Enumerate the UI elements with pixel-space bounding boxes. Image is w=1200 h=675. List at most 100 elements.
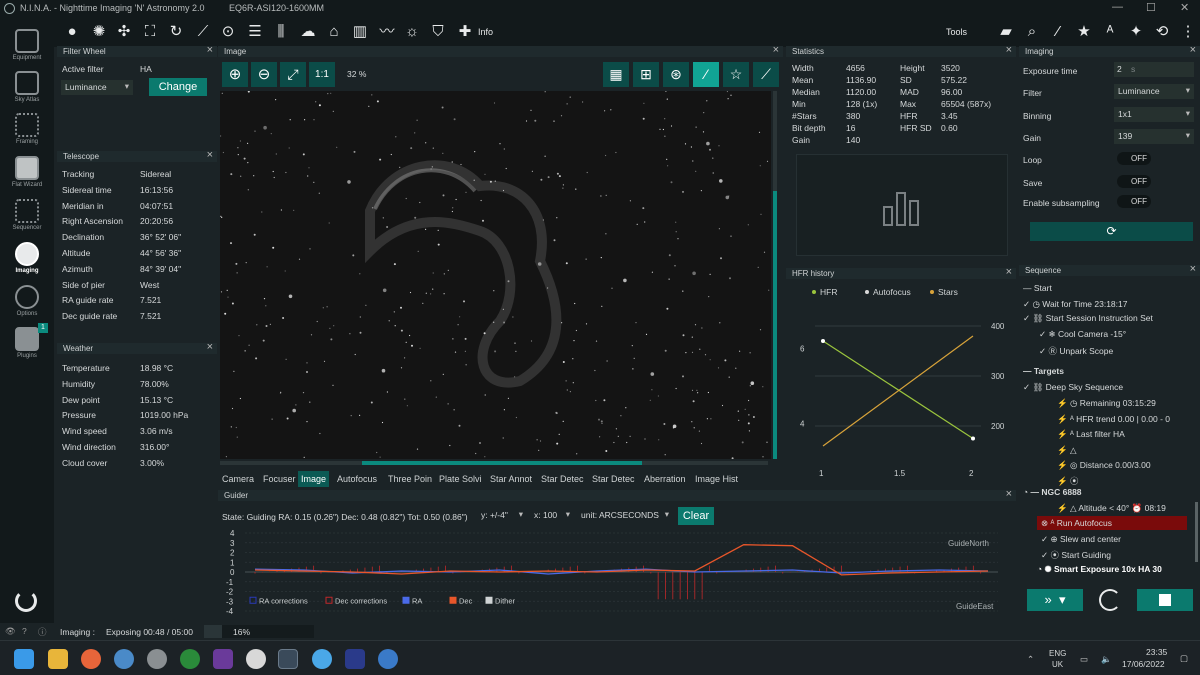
close-icon[interactable]: × [207, 150, 213, 161]
close-icon[interactable]: × [1006, 489, 1012, 500]
close-icon[interactable]: × [1006, 45, 1012, 56]
sidebar-item-equipment[interactable]: Equipment [0, 29, 54, 73]
nina-taskbar-icon[interactable] [278, 649, 298, 669]
x-scale-select[interactable]: x: 100 [530, 508, 574, 523]
imaging-filter-select[interactable]: Luminance [1114, 84, 1194, 99]
comet-icon[interactable]: ⟋ [753, 62, 779, 87]
file-explorer-icon[interactable] [48, 649, 68, 669]
run-sequence-button[interactable]: » ▾ [1027, 589, 1083, 611]
sequence-item[interactable]: ⚡ ◎ Distance 0.00/3.00 [1057, 460, 1151, 471]
weather-icon[interactable]: ☁ [298, 22, 318, 42]
tab-autofocus[interactable]: Autofocus [334, 471, 380, 487]
sidebar-item-flat-wizard[interactable]: Flat Wizard [0, 156, 54, 200]
sidebar-item-framing[interactable]: Framing [0, 113, 54, 157]
grid-menu-icon[interactable]: ⋮ [1178, 22, 1198, 42]
network-icon[interactable]: ▭ [1080, 654, 1088, 665]
switch-icon[interactable]: ☰ [245, 22, 265, 42]
sequence-item[interactable]: ✓ Ⓡ Unpark Scope [1039, 345, 1113, 357]
dome-icon[interactable]: ⌂ [324, 22, 344, 42]
clear-button[interactable]: Clear [678, 507, 714, 525]
zoom-out-icon[interactable]: ⊖ [251, 62, 277, 87]
save-toggle[interactable]: OFF [1117, 175, 1151, 188]
tray-chevron-icon[interactable]: ⌃ [1027, 654, 1034, 665]
focuser-icon[interactable]: ⛶ [140, 22, 160, 42]
filter-select[interactable]: Luminance [61, 80, 133, 95]
telescope-icon[interactable]: ⟋ [193, 22, 213, 42]
tab-star-detec[interactable]: Star Detec [538, 471, 587, 487]
close-icon[interactable]: × [1190, 45, 1196, 56]
subsampling-toggle[interactable]: OFF [1117, 195, 1151, 208]
tab-three-poin[interactable]: Three Poin [385, 471, 435, 487]
target-icon[interactable]: ⊛ [663, 62, 689, 87]
star-icon[interactable]: ★ [1074, 22, 1094, 42]
loop-toggle[interactable]: OFF [1117, 152, 1151, 165]
close-icon[interactable]: × [773, 45, 779, 56]
sequence-app-icon[interactable] [345, 649, 365, 669]
sequence-scrollbar[interactable] [1195, 502, 1198, 562]
sequence-item[interactable]: ✓ ❄ Cool Camera -15° [1039, 329, 1126, 340]
tools-label[interactable]: Tools [946, 27, 967, 37]
wand-icon[interactable]: ⁄ [1048, 22, 1068, 42]
stellarium-icon[interactable] [213, 649, 233, 669]
sequence-item[interactable]: ✓ ⛓ Deep Sky Sequence [1023, 382, 1123, 393]
history-icon[interactable]: ⟲ [1152, 22, 1172, 42]
sidebar-item-plugins[interactable]: Plugins 1 [0, 323, 54, 371]
tab-image[interactable]: Image [298, 471, 330, 487]
search-icon[interactable]: ⌕ [1022, 22, 1042, 42]
info-label[interactable]: Info [478, 27, 493, 37]
windows-start-icon[interactable] [14, 649, 34, 669]
close-icon[interactable]: × [1006, 267, 1012, 278]
guider-icon[interactable]: ⊙ [218, 22, 238, 42]
zoom-one-to-one-button[interactable]: 1:1 [309, 62, 335, 87]
firefox-icon[interactable] [81, 649, 101, 669]
image-hscrollbar[interactable] [220, 461, 768, 465]
binning-select[interactable]: 1x1 [1114, 107, 1194, 122]
exposure-time-input[interactable]: 2 s [1114, 62, 1194, 77]
close-icon[interactable]: × [1190, 264, 1196, 275]
image-vscrollbar[interactable] [773, 91, 777, 459]
tab-aberration[interactable]: Aberration [641, 471, 689, 487]
tab-plate-solvi[interactable]: Plate Solvi [436, 471, 485, 487]
notification-icon[interactable]: ▢ [1180, 653, 1188, 664]
sequence-item[interactable]: ⚡ ◷ Remaining 03:15:29 [1057, 398, 1156, 409]
ascom-icon[interactable] [312, 649, 332, 669]
region[interactable]: UK [1052, 660, 1063, 669]
polar-align-icon[interactable]: ✦ [1126, 22, 1146, 42]
power-icon[interactable] [15, 590, 37, 612]
sequence-item[interactable]: ✓ ⦿ Start Guiding [1041, 549, 1111, 561]
autofocus-icon[interactable]: ᴬ [1100, 22, 1120, 42]
tab-star-annot[interactable]: Star Annot [487, 471, 535, 487]
change-filter-button[interactable]: Change [149, 78, 207, 96]
tab-image-hist[interactable]: Image Hist [692, 471, 741, 487]
sidebar-item-sky-atlas[interactable]: Sky Atlas [0, 71, 54, 115]
sequence-item[interactable]: ✓ ⊕ Slew and center [1041, 534, 1121, 545]
close-button[interactable]: ✕ [1180, 1, 1189, 14]
minimize-button[interactable]: — [1112, 1, 1123, 13]
close-icon[interactable]: × [207, 45, 213, 56]
rotator-icon[interactable]: ↻ [166, 22, 186, 42]
info-icon[interactable]: ⓘ [38, 626, 47, 638]
eraser-icon[interactable]: ▰ [996, 22, 1016, 42]
tab-focuser[interactable]: Focuser [260, 471, 299, 487]
puzzle-icon[interactable]: ✚ [455, 22, 475, 42]
gain-select[interactable]: 139 [1114, 129, 1194, 144]
help-icon[interactable]: ? [22, 626, 27, 636]
phd2-icon[interactable] [180, 649, 200, 669]
close-icon[interactable]: × [207, 342, 213, 353]
shield-icon[interactable]: ⛉ [428, 22, 448, 42]
grid-icon[interactable]: ▦ [603, 62, 629, 87]
zoom-in-icon[interactable]: ⊕ [222, 62, 248, 87]
sliders-icon[interactable]: ⫼ [271, 22, 291, 42]
volume-icon[interactable]: 🔈 [1101, 654, 1112, 665]
sequence-item[interactable]: ⚡ ᴬ HFR trend 0.00 | 0.00 - 0 [1057, 414, 1197, 425]
clock-time[interactable]: 23:35 [1146, 647, 1167, 657]
maximize-button[interactable]: ☐ [1146, 1, 1156, 14]
unit-select[interactable]: unit: ARCSECONDS [577, 508, 673, 523]
fit-icon[interactable]: ⤢ [280, 62, 306, 87]
browser-icon[interactable] [378, 649, 398, 669]
clock-date[interactable]: 17/06/2022 [1122, 659, 1165, 669]
sidebar-item-sequencer[interactable]: Sequencer [0, 199, 54, 243]
sequence-item-error[interactable]: ⊗ ᴬ Run Autofocus [1037, 516, 1187, 530]
wand-icon[interactable]: ⁄ [693, 62, 719, 87]
sequence-target-ngc6888[interactable]: ◔ — NGC 6888 [1023, 487, 1082, 497]
